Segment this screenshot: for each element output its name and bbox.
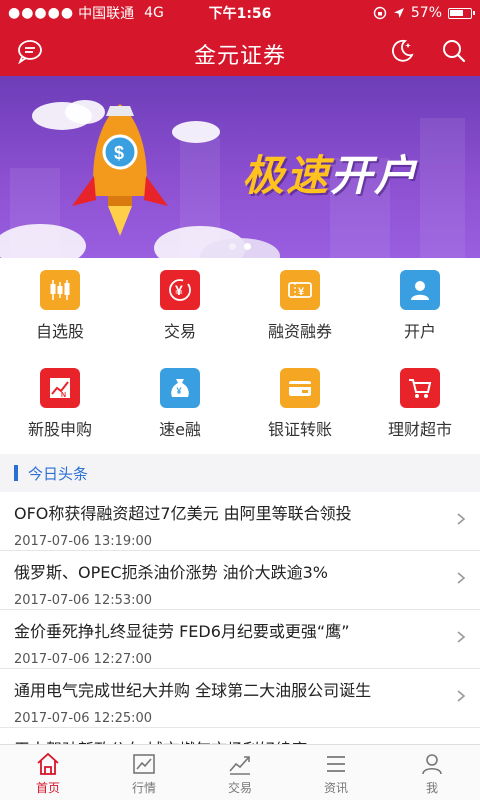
- candlestick-chart-icon: [40, 270, 80, 310]
- battery-icon: [448, 7, 475, 19]
- slogan-text: 开户: [330, 151, 419, 200]
- news-date: 2017-07-06 12:25:00: [14, 711, 153, 726]
- news-date: 2017-07-06 13:19:00: [14, 534, 153, 549]
- battery-percent: 57%: [410, 5, 442, 21]
- status-bar: ●●●●● 中国联通 4G 下午1:56 57%: [0, 0, 480, 26]
- news-date: 2017-07-06 12:27:00: [14, 652, 153, 667]
- market-chart-icon: [133, 754, 155, 774]
- menu-label: 融资融券: [267, 322, 332, 341]
- profile-icon: [422, 754, 442, 775]
- svg-text:¥: ¥: [298, 286, 305, 298]
- svg-text:$: $: [114, 143, 124, 163]
- tab-label: 首页: [35, 781, 60, 795]
- news-section-header: 今日头条: [0, 454, 480, 492]
- location-arrow-icon: [393, 8, 404, 18]
- news-item[interactable]: 通用电气完成世纪大并购 全球第二大油服公司诞生 2017-07-06 12:25…: [0, 669, 480, 728]
- news-headline: 金价垂死挣扎终显徒劳 FED6月纪要或更强“鹰”: [14, 622, 350, 641]
- tab-home[interactable]: 首页: [0, 745, 96, 800]
- bank-card-icon: [280, 368, 320, 408]
- status-right: 57%: [373, 5, 475, 21]
- section-accent-bar: [14, 465, 18, 481]
- tab-trade[interactable]: 交易: [192, 745, 288, 800]
- chevron-right-icon: [457, 572, 466, 584]
- carousel-dot[interactable]: [229, 243, 236, 250]
- menu-wealth-market[interactable]: 理财超市: [360, 356, 480, 454]
- search-icon[interactable]: [440, 37, 468, 65]
- network-type: 4G: [144, 5, 164, 21]
- news-headline: OFO称获得融资超过7亿美元 由阿里等联合领投: [14, 504, 352, 523]
- news-item[interactable]: 金价垂死挣扎终显徒劳 FED6月纪要或更强“鹰” 2017-07-06 12:2…: [0, 610, 480, 669]
- section-title: 今日头条: [28, 464, 89, 483]
- app-header: 金元证券: [0, 26, 480, 76]
- banner-slogan: 极速开户: [242, 142, 418, 203]
- menu-label: 银证转账: [267, 420, 332, 439]
- bottom-tab-bar: 首页 行情 交易 资讯 我: [0, 744, 480, 800]
- menu-label: 新股申购: [27, 420, 92, 439]
- rotation-lock-icon: [373, 6, 387, 20]
- tab-label: 我: [425, 781, 438, 795]
- tab-news[interactable]: 资讯: [288, 745, 384, 800]
- tab-market[interactable]: 行情: [96, 745, 192, 800]
- news-headline: 无人驾驶新政公布 城市燃气市场利好续库: [14, 736, 440, 744]
- menu-label: 速e融: [159, 420, 201, 439]
- news-headline: 通用电气完成世纪大并购 全球第二大油服公司诞生: [14, 681, 372, 700]
- home-icon: [37, 752, 59, 775]
- chevron-right-icon: [457, 631, 466, 643]
- news-list: OFO称获得融资超过7亿美元 由阿里等联合领投 2017-07-06 13:19…: [0, 492, 480, 744]
- menu-open-account[interactable]: 开户: [360, 258, 480, 356]
- news-item[interactable]: OFO称获得融资超过7亿美元 由阿里等联合领投 2017-07-06 13:19…: [0, 492, 480, 551]
- signal-strength: ●●●●●: [8, 5, 75, 21]
- menu-label: 自选股: [35, 322, 84, 341]
- news-item[interactable]: 无人驾驶新政公布 城市燃气市场利好续库: [0, 728, 480, 744]
- promo-banner[interactable]: $ 极速开户: [0, 76, 480, 258]
- night-mode-icon[interactable]: [388, 37, 416, 65]
- user-icon: [400, 270, 440, 310]
- carousel-indicator: [0, 243, 480, 250]
- menu-label: 理财超市: [387, 420, 452, 439]
- yen-exchange-icon: ¥: [160, 270, 200, 310]
- chevron-right-icon: [457, 513, 466, 525]
- news-date: 2017-07-06 12:53:00: [14, 593, 153, 608]
- news-list-icon: [327, 756, 345, 772]
- trade-icon: [229, 756, 250, 775]
- menu-trade[interactable]: ¥ 交易: [120, 258, 240, 356]
- new-stock-chart-icon: N: [40, 368, 80, 408]
- svg-text:N: N: [61, 392, 66, 399]
- svg-text:¥: ¥: [175, 282, 183, 298]
- menu-label: 开户: [403, 322, 436, 341]
- tab-label: 行情: [131, 781, 156, 795]
- menu-margin[interactable]: ¥ 融资融券: [240, 258, 360, 356]
- tab-me[interactable]: 我: [384, 745, 480, 800]
- ticket-yen-icon: ¥: [280, 270, 320, 310]
- menu-label: 交易: [163, 322, 196, 341]
- shopping-cart-icon: [400, 368, 440, 408]
- svg-text:¥: ¥: [177, 386, 182, 396]
- chevron-right-icon: [457, 690, 466, 702]
- news-headline: 俄罗斯、OPEC扼杀油价涨势 油价大跌逾3%: [14, 563, 328, 582]
- menu-bank-transfer[interactable]: 银证转账: [240, 356, 360, 454]
- carrier-name: 中国联通: [78, 6, 135, 22]
- news-item[interactable]: 俄罗斯、OPEC扼杀油价涨势 油价大跌逾3% 2017-07-06 12:53:…: [0, 551, 480, 610]
- menu-watchlist[interactable]: 自选股: [0, 258, 120, 356]
- quick-menu-grid: 自选股 ¥ 交易 ¥ 融资融券 开户 N 新股申购 ¥ 速e融 银证转账 理财超…: [0, 258, 480, 454]
- menu-quick-finance[interactable]: ¥ 速e融: [120, 356, 240, 454]
- tab-label: 资讯: [323, 781, 348, 795]
- carousel-dot-active[interactable]: [244, 243, 251, 250]
- menu-ipo[interactable]: N 新股申购: [0, 356, 120, 454]
- money-bag-icon: ¥: [160, 368, 200, 408]
- tab-label: 交易: [227, 781, 252, 795]
- slogan-highlight: 极速: [242, 151, 331, 200]
